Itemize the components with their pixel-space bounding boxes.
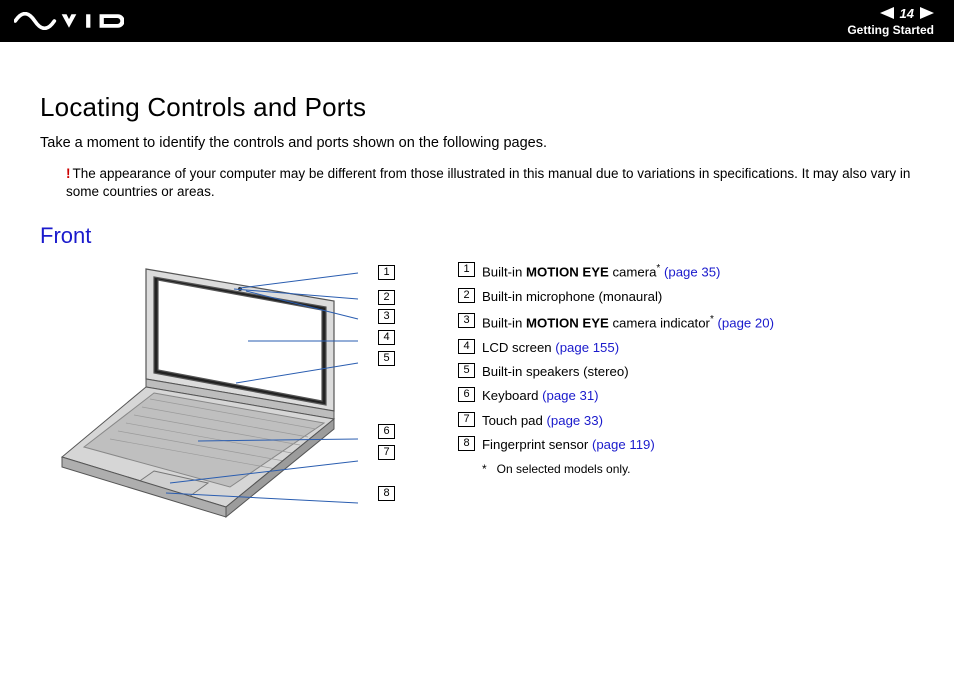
laptop-illustration — [58, 261, 368, 541]
page-nav: 14 Getting Started — [847, 6, 934, 37]
warning-icon: ! — [66, 166, 71, 181]
legend-item-6: 6 Keyboard (page 31) — [458, 386, 774, 406]
diagram-callout-column: 1 2 3 4 5 6 7 8 — [378, 261, 395, 501]
callout-6: 6 — [378, 424, 395, 439]
warning-note: !The appearance of your computer may be … — [66, 165, 914, 201]
link-page-33[interactable]: (page 33) — [547, 413, 603, 428]
link-page-20[interactable]: (page 20) — [718, 315, 774, 330]
callout-1: 1 — [378, 265, 395, 280]
warning-text: The appearance of your computer may be d… — [66, 166, 910, 199]
footnote: *On selected models only. — [482, 460, 774, 479]
callout-7: 7 — [378, 445, 395, 460]
page-number: 14 — [900, 6, 914, 21]
header-bar: 14 Getting Started — [0, 0, 954, 42]
prev-page-arrow[interactable] — [880, 7, 894, 19]
legend-item-2: 2 Built-in microphone (monaural) — [458, 287, 774, 307]
front-heading: Front — [40, 223, 914, 249]
next-page-arrow[interactable] — [920, 7, 934, 19]
legend-item-5: 5 Built-in speakers (stereo) — [458, 362, 774, 382]
callout-4: 4 — [378, 330, 395, 345]
callout-2: 2 — [378, 290, 395, 305]
callout-5: 5 — [378, 351, 395, 366]
legend-list: 1 Built-in MOTION EYE camera* (page 35) … — [458, 261, 774, 478]
page-content: Locating Controls and Ports Take a momen… — [0, 42, 954, 541]
callout-3: 3 — [378, 309, 395, 324]
legend-item-7: 7 Touch pad (page 33) — [458, 411, 774, 431]
link-page-119[interactable]: (page 119) — [592, 437, 655, 452]
vaio-logo — [14, 12, 124, 30]
link-page-155[interactable]: (page 155) — [555, 340, 619, 355]
callout-8: 8 — [378, 486, 395, 501]
page-title: Locating Controls and Ports — [40, 92, 914, 123]
legend-item-3: 3 Built-in MOTION EYE camera indicator* … — [458, 312, 774, 334]
section-link[interactable]: Getting Started — [847, 23, 934, 37]
link-page-35[interactable]: (page 35) — [664, 265, 720, 280]
laptop-diagram: 1 2 3 4 5 6 7 8 — [58, 261, 418, 541]
legend-item-8: 8 Fingerprint sensor (page 119) — [458, 435, 774, 455]
link-page-31[interactable]: (page 31) — [542, 388, 598, 403]
legend-item-1: 1 Built-in MOTION EYE camera* (page 35) — [458, 261, 774, 283]
intro-text: Take a moment to identify the controls a… — [40, 135, 914, 151]
legend-item-4: 4 LCD screen (page 155) — [458, 338, 774, 358]
